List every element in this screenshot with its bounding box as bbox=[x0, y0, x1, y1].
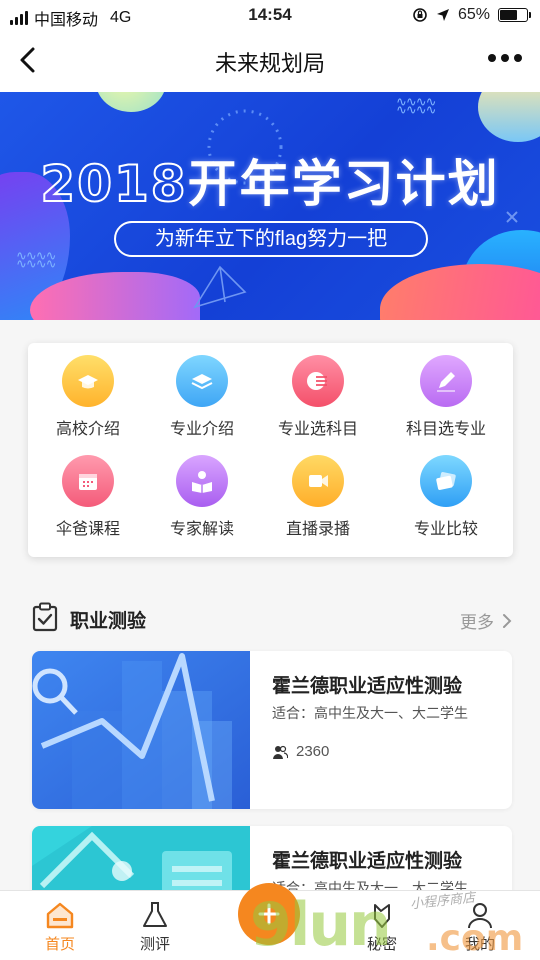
battery-percent: 65% bbox=[457, 6, 490, 23]
tab-label: 测评 bbox=[139, 936, 170, 953]
feature-label: 科目选专业 bbox=[405, 421, 486, 438]
plus-icon bbox=[258, 903, 280, 925]
feature-compare-cards[interactable]: 专业比较 bbox=[386, 455, 506, 539]
promo-banner[interactable]: ∿∿∿∿ ∿∿∿∿ ∿∿∿∿ ∿∿∿∿ 2018开年学习计划 为新年立下的flag努… bbox=[0, 92, 540, 320]
secret-icon bbox=[374, 904, 390, 928]
tab-label: 首页 bbox=[44, 936, 75, 953]
calendar-icon bbox=[62, 455, 114, 507]
tab-secret[interactable]: 秘密 bbox=[342, 901, 422, 954]
test-card[interactable]: 霍兰德职业适应性测验 适合：高中生及大一、大二学生 2360 bbox=[32, 651, 512, 809]
battery-icon bbox=[498, 8, 531, 22]
chevron-right-icon bbox=[503, 613, 512, 628]
tab-home[interactable]: 首页 bbox=[20, 901, 100, 954]
feature-label: 专家解读 bbox=[169, 521, 234, 538]
user-icon bbox=[468, 903, 492, 929]
graduation-cap-icon bbox=[62, 355, 114, 407]
test-card-image bbox=[32, 651, 250, 809]
test-title: 霍兰德职业适应性测验 bbox=[272, 851, 463, 872]
banner-subtitle: 为新年立下的flag努力一把 bbox=[114, 221, 428, 257]
feature-label: 专业选科目 bbox=[277, 421, 358, 438]
test-audience: 适合：高中生及大一、大二学生 bbox=[272, 705, 468, 721]
more-link[interactable]: 更多 bbox=[460, 608, 512, 633]
tab-label: 我的 bbox=[464, 936, 495, 953]
clipboard-check-icon bbox=[32, 602, 58, 632]
tab-mine[interactable]: 我的 bbox=[440, 901, 520, 954]
center-action-button[interactable] bbox=[238, 883, 300, 945]
feature-graduation-cap[interactable]: 高校介绍 bbox=[28, 355, 148, 439]
feature-label: 直播录播 bbox=[285, 521, 350, 538]
status-bar: 中国移动 4G 14:54 65% bbox=[0, 0, 540, 30]
reading-person-icon bbox=[176, 455, 228, 507]
feature-grid: 高校介绍 专业介绍 专业选科目 科目选专业伞爸课程 专家解读 直播录播 专业比较 bbox=[28, 343, 513, 557]
participant-count: 2360 bbox=[296, 743, 330, 760]
nav-bar: 未来规划局 bbox=[0, 30, 540, 92]
test-participants: 2360 bbox=[272, 743, 329, 760]
section-title: 职业测验 bbox=[70, 611, 147, 632]
more-label: 更多 bbox=[460, 613, 494, 632]
test-title: 霍兰德职业适应性测验 bbox=[272, 676, 463, 697]
feature-pencil[interactable]: 科目选专业 bbox=[386, 355, 506, 439]
list-bubble-icon bbox=[292, 355, 344, 407]
tab-bar: 首页 测评 秘密 我的 bbox=[0, 883, 540, 960]
feature-video-camera[interactable]: 直播录播 bbox=[258, 455, 378, 539]
more-dots-icon bbox=[488, 54, 496, 62]
compare-cards-icon bbox=[420, 455, 472, 507]
flask-icon bbox=[143, 902, 167, 927]
tab-label: 秘密 bbox=[366, 936, 397, 953]
section-header-career-test: 职业测验 更多 bbox=[32, 600, 512, 636]
feature-layers[interactable]: 专业介绍 bbox=[142, 355, 262, 439]
location-arrow-icon bbox=[436, 9, 449, 21]
feature-label: 伞爸课程 bbox=[55, 521, 120, 538]
video-camera-icon bbox=[292, 455, 344, 507]
users-icon bbox=[273, 745, 288, 759]
feature-list-bubble[interactable]: 专业选科目 bbox=[258, 355, 378, 439]
feature-label: 专业介绍 bbox=[169, 421, 234, 438]
orientation-lock-icon bbox=[413, 8, 427, 22]
pencil-icon bbox=[420, 355, 472, 407]
feature-reading-person[interactable]: 专家解读 bbox=[142, 455, 262, 539]
more-button[interactable] bbox=[488, 54, 522, 62]
banner-title: 2018开年学习计划 bbox=[39, 154, 500, 214]
page-title: 未来规划局 bbox=[214, 51, 325, 76]
home-icon bbox=[46, 902, 74, 929]
layers-icon bbox=[176, 355, 228, 407]
tab-assessment[interactable]: 测评 bbox=[115, 901, 195, 954]
feature-calendar[interactable]: 伞爸课程 bbox=[28, 455, 148, 539]
feature-label: 专业比较 bbox=[413, 521, 478, 538]
feature-label: 高校介绍 bbox=[55, 421, 120, 438]
